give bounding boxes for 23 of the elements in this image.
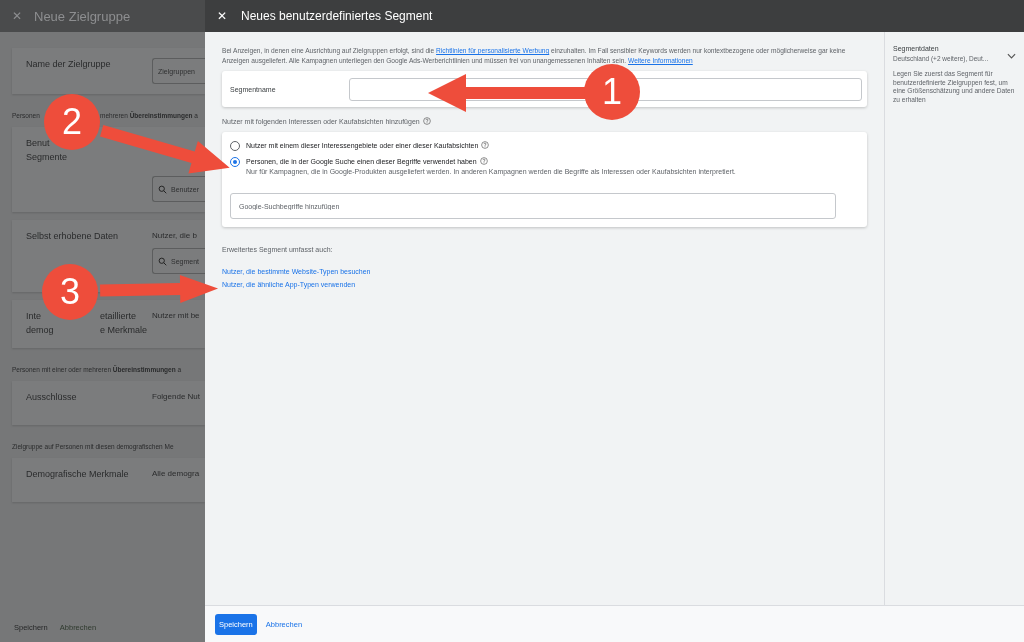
- row-label: e Merkmale: [100, 324, 147, 335]
- row-label: Segmente: [26, 151, 68, 162]
- row-value: Nutzer, die b: [152, 230, 198, 240]
- row-label: Selbst erhobene Daten: [26, 231, 119, 241]
- row-label: Demografische Merkmale: [26, 468, 129, 479]
- help-icon[interactable]: [479, 157, 488, 166]
- close-icon[interactable]: ✕: [217, 9, 227, 23]
- dialog-title: Neue Zielgruppe: [34, 8, 131, 24]
- help-icon[interactable]: [422, 117, 431, 126]
- row-value: Nutzer mit be: [152, 310, 200, 320]
- row-label: etaillierte: [100, 311, 137, 321]
- row-label: Inte: [26, 310, 42, 323]
- row-label: Ausschlüsse: [26, 391, 77, 402]
- chevron-icon[interactable]: [1007, 53, 1016, 59]
- row-value: Folgende Nut: [152, 390, 201, 401]
- help-icon[interactable]: [481, 141, 490, 150]
- close-icon[interactable]: ✕: [12, 9, 22, 23]
- row-label: Name der Zielgruppe: [26, 59, 111, 69]
- search-icon: [158, 256, 167, 266]
- row-value: Alle demogra: [152, 467, 200, 478]
- search-icon: [158, 184, 167, 194]
- row-label: demog: [26, 323, 55, 337]
- dialog-title: Neues benutzerdefiniertes Segment: [241, 9, 433, 23]
